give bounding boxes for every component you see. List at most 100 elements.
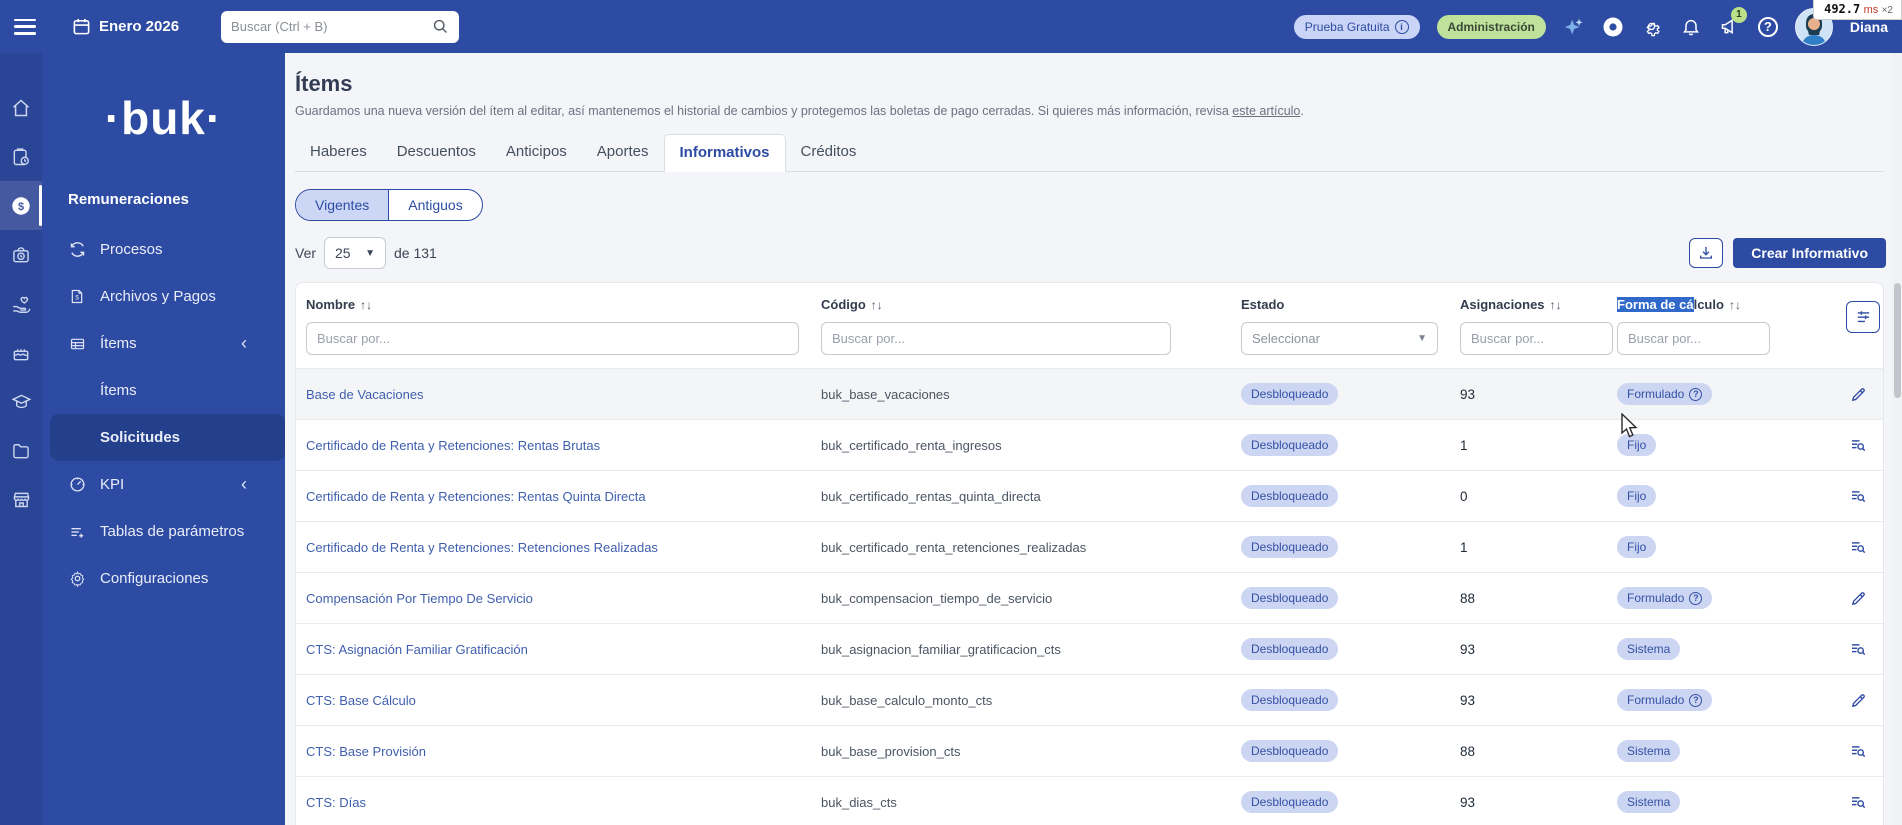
question-icon[interactable]: ? bbox=[1689, 693, 1703, 707]
calendar-icon bbox=[72, 17, 91, 36]
table-row[interactable]: Compensación Por Tiempo De Servicio buk_… bbox=[296, 572, 1883, 623]
notifications-bell-icon[interactable] bbox=[1680, 16, 1702, 38]
status-badge: Desbloqueado bbox=[1241, 434, 1339, 456]
settings-gear-icon[interactable] bbox=[1641, 16, 1663, 38]
table-row[interactable]: CTS: Base Cálculo buk_base_calculo_monto… bbox=[296, 674, 1883, 725]
tab-aportes[interactable]: Aportes bbox=[582, 134, 664, 172]
table-row[interactable]: Certificado de Renta y Retenciones: Rete… bbox=[296, 521, 1883, 572]
view-detail-icon[interactable] bbox=[1849, 436, 1867, 454]
sort-icon[interactable]: ↑↓ bbox=[1729, 298, 1741, 312]
sort-icon[interactable]: ↑↓ bbox=[360, 298, 372, 312]
global-search[interactable] bbox=[221, 10, 460, 43]
admin-badge[interactable]: Administración bbox=[1436, 14, 1546, 39]
sidebar-item-archivos-y-pagos[interactable]: $ Archivos y Pagos bbox=[42, 273, 285, 320]
calc-type-badge: Fijo? bbox=[1617, 485, 1657, 507]
sparkle-icon[interactable] bbox=[1563, 16, 1585, 38]
table-row[interactable]: Certificado de Renta y Retenciones: Rent… bbox=[296, 470, 1883, 521]
table-row[interactable]: CTS: Asignación Familiar Gratificación b… bbox=[296, 623, 1883, 674]
item-name-link[interactable]: Certificado de Renta y Retenciones: Rent… bbox=[306, 438, 821, 453]
global-search-input[interactable] bbox=[231, 19, 433, 34]
article-link[interactable]: este artículo bbox=[1232, 104, 1300, 118]
filter-codigo-input[interactable] bbox=[821, 322, 1171, 355]
tab-haberes[interactable]: Haberes bbox=[295, 134, 382, 172]
table-row[interactable]: Certificado de Renta y Retenciones: Rent… bbox=[296, 419, 1883, 470]
sort-icon[interactable]: ↑↓ bbox=[1550, 298, 1562, 312]
toggle-vigentes[interactable]: Vigentes bbox=[296, 190, 390, 220]
vertical-scrollbar[interactable] bbox=[1892, 53, 1902, 825]
status-badge: Desbloqueado bbox=[1241, 485, 1339, 507]
sidebar-item-tablas-de-parametros[interactable]: Tablas de parámetros bbox=[42, 508, 285, 555]
table-row[interactable]: Base de Vacaciones buk_base_vacaciones D… bbox=[296, 368, 1883, 419]
item-code: buk_dias_cts bbox=[821, 794, 897, 810]
circle-dot-icon[interactable] bbox=[1602, 16, 1624, 38]
help-icon[interactable]: ? bbox=[1757, 16, 1778, 37]
download-button[interactable] bbox=[1689, 238, 1724, 268]
home-icon[interactable] bbox=[0, 83, 42, 132]
hamburger-menu-icon[interactable] bbox=[14, 18, 36, 35]
clipboard-clock-icon[interactable] bbox=[0, 132, 42, 181]
tab-anticipos[interactable]: Anticipos bbox=[491, 134, 582, 172]
tab-informativos[interactable]: Informativos bbox=[663, 134, 786, 172]
edit-pencil-icon[interactable] bbox=[1850, 590, 1867, 607]
filter-forma-input[interactable] bbox=[1617, 322, 1770, 355]
edit-pencil-icon[interactable] bbox=[1850, 692, 1867, 709]
graduation-cap-icon[interactable] bbox=[0, 377, 42, 426]
period-selector[interactable]: Enero 2026 bbox=[72, 17, 179, 36]
pagesize-select[interactable]: 25 ▼ bbox=[324, 237, 387, 269]
item-name-link[interactable]: CTS: Asignación Familiar Gratificación bbox=[306, 642, 821, 657]
hand-heart-icon[interactable] bbox=[0, 279, 42, 328]
storefront-icon[interactable] bbox=[0, 475, 42, 524]
chevron-left-icon[interactable]: ‹ bbox=[241, 333, 247, 354]
info-icon: i bbox=[1394, 19, 1409, 34]
gauge-icon bbox=[68, 476, 86, 493]
sidebar-item-configuraciones[interactable]: Configuraciones bbox=[42, 555, 285, 602]
search-icon[interactable] bbox=[432, 18, 449, 35]
tab-descuentos[interactable]: Descuentos bbox=[382, 134, 491, 172]
sort-icon[interactable]: ↑↓ bbox=[871, 298, 883, 312]
sidebar-item-label: Archivos y Pagos bbox=[100, 288, 216, 305]
item-type-tabs: Haberes Descuentos Anticipos Aportes Inf… bbox=[295, 134, 1884, 172]
item-name-link[interactable]: Compensación Por Tiempo De Servicio bbox=[306, 591, 821, 606]
create-informativo-button[interactable]: Crear Informativo bbox=[1733, 238, 1886, 268]
table-row[interactable]: CTS: Base Provisión buk_base_provision_c… bbox=[296, 725, 1883, 776]
toggle-antiguos[interactable]: Antiguos bbox=[389, 190, 481, 220]
question-icon[interactable]: ? bbox=[1689, 387, 1703, 401]
trial-badge[interactable]: Prueba Gratuita i bbox=[1293, 14, 1420, 39]
folder-icon[interactable] bbox=[0, 426, 42, 475]
chevron-left-icon[interactable]: ‹ bbox=[241, 474, 247, 495]
view-detail-icon[interactable] bbox=[1849, 487, 1867, 505]
announcements-megaphone-icon[interactable]: 1 bbox=[1719, 6, 1747, 38]
benefits-cake-icon[interactable] bbox=[0, 328, 42, 377]
scrollbar-thumb[interactable] bbox=[1893, 283, 1901, 398]
item-name-link[interactable]: Certificado de Renta y Retenciones: Rete… bbox=[306, 540, 821, 555]
item-name-link[interactable]: Certificado de Renta y Retenciones: Rent… bbox=[306, 489, 821, 504]
sidebar-item-kpi[interactable]: KPI ‹ bbox=[42, 461, 285, 508]
item-name-link[interactable]: Base de Vacaciones bbox=[306, 387, 821, 402]
calc-type-badge: Fijo? bbox=[1617, 434, 1657, 456]
tab-creditos[interactable]: Créditos bbox=[786, 134, 872, 172]
table-row[interactable]: CTS: Días buk_dias_cts Desbloqueado 93 S… bbox=[296, 776, 1883, 825]
view-detail-icon[interactable] bbox=[1849, 742, 1867, 760]
calc-type-badge: Formulado? bbox=[1617, 689, 1713, 711]
trial-badge-label: Prueba Gratuita bbox=[1304, 19, 1390, 34]
filter-asignaciones-input[interactable] bbox=[1460, 322, 1613, 355]
item-name-link[interactable]: CTS: Base Cálculo bbox=[306, 693, 821, 708]
column-settings-button[interactable] bbox=[1846, 300, 1880, 333]
bag-clock-icon[interactable] bbox=[0, 230, 42, 279]
sidebar-item-items[interactable]: Ítems ‹ bbox=[42, 320, 285, 367]
remunerations-coin-icon[interactable]: $ bbox=[0, 181, 42, 230]
user-name[interactable]: Diana bbox=[1850, 19, 1888, 35]
sidebar-subitem-solicitudes[interactable]: Solicitudes bbox=[50, 414, 285, 461]
item-name-link[interactable]: CTS: Base Provisión bbox=[306, 744, 821, 759]
view-detail-icon[interactable] bbox=[1849, 793, 1867, 811]
filter-estado-select[interactable]: Seleccionar ▼ bbox=[1241, 322, 1438, 355]
item-code: buk_base_vacaciones bbox=[821, 386, 950, 402]
item-name-link[interactable]: CTS: Días bbox=[306, 795, 821, 810]
view-detail-icon[interactable] bbox=[1849, 640, 1867, 658]
sidebar-item-procesos[interactable]: Procesos bbox=[42, 226, 285, 273]
edit-pencil-icon[interactable] bbox=[1850, 386, 1867, 403]
sidebar-subitem-items[interactable]: Ítems bbox=[42, 367, 285, 414]
question-icon[interactable]: ? bbox=[1689, 591, 1703, 605]
filter-nombre-input[interactable] bbox=[306, 322, 799, 355]
view-detail-icon[interactable] bbox=[1849, 538, 1867, 556]
